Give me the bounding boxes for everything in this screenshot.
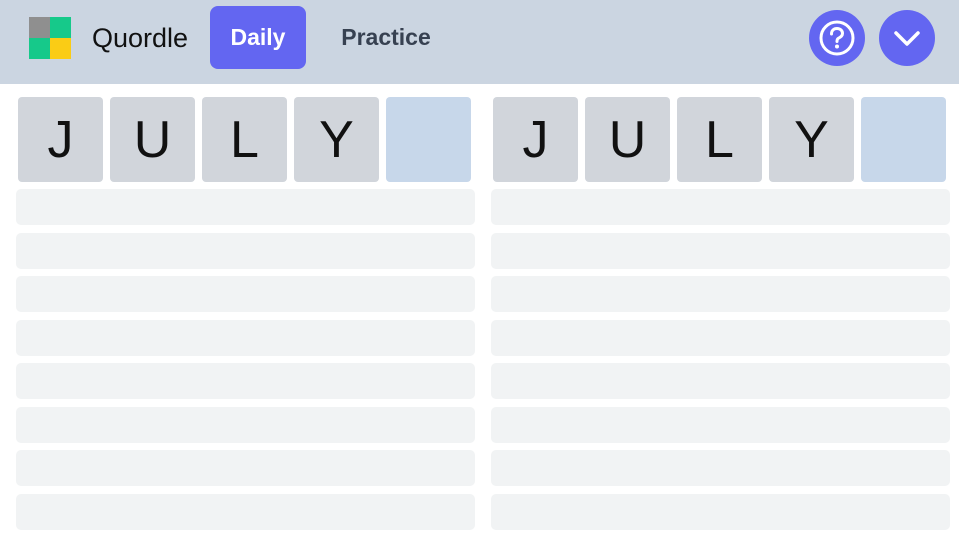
letter-tile: U [585, 97, 670, 182]
logo-square-yellow [50, 38, 71, 59]
tab-daily[interactable]: Daily [210, 6, 306, 69]
quordle-logo-icon[interactable] [29, 17, 71, 59]
app-title[interactable]: Quordle [92, 22, 188, 54]
empty-guess-row [491, 494, 950, 530]
empty-guess-row [491, 407, 950, 443]
empty-guess-row [16, 320, 475, 356]
empty-guess-row [491, 189, 950, 225]
logo-square-green [29, 38, 50, 59]
letter-tile: L [202, 97, 287, 182]
letter-tile: L [677, 97, 762, 182]
empty-guess-row [491, 363, 950, 399]
question-circle-icon [819, 20, 855, 56]
empty-guess-row [16, 494, 475, 530]
empty-guess-row [491, 233, 950, 269]
letter-tile: Y [294, 97, 379, 182]
letter-tile: U [110, 97, 195, 182]
active-letter-tile [386, 97, 471, 182]
empty-guess-row [16, 450, 475, 486]
empty-guess-row [491, 320, 950, 356]
menu-toggle-button[interactable] [879, 10, 935, 66]
logo-square-green [50, 17, 71, 38]
active-letter-tile [861, 97, 946, 182]
tab-practice[interactable]: Practice [326, 6, 446, 69]
help-button[interactable] [809, 10, 865, 66]
chevron-down-icon [894, 31, 920, 46]
empty-guess-row [16, 407, 475, 443]
empty-guess-row [491, 276, 950, 312]
empty-guess-row [16, 363, 475, 399]
top-bar: Quordle Daily Practice [0, 0, 959, 84]
letter-tile: J [493, 97, 578, 182]
empty-guess-row [16, 233, 475, 269]
empty-guess-row [16, 276, 475, 312]
empty-guess-row [491, 450, 950, 486]
empty-guess-row [16, 189, 475, 225]
letter-tile: J [18, 97, 103, 182]
logo-square-gray [29, 17, 50, 38]
letter-tile: Y [769, 97, 854, 182]
